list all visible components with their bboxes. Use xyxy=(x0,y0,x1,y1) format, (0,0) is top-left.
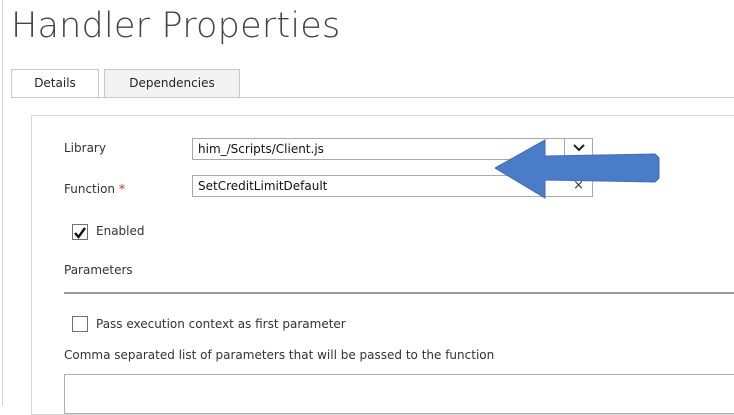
params-list-label: Comma separated list of parameters that … xyxy=(64,348,495,362)
enabled-checkbox[interactable] xyxy=(72,224,88,240)
enabled-label: Enabled xyxy=(96,224,145,238)
params-list-textarea[interactable] xyxy=(64,374,734,414)
function-value: SetCreditLimitDefault xyxy=(198,179,328,193)
tab-dependencies[interactable]: Dependencies xyxy=(104,69,240,98)
tab-details[interactable]: Details xyxy=(11,69,99,98)
parameters-divider xyxy=(64,292,734,294)
pass-context-checkbox[interactable] xyxy=(72,316,88,332)
function-label: Function * xyxy=(64,182,125,196)
library-value: him_/Scripts/Client.js xyxy=(198,142,324,156)
checkmark-icon xyxy=(74,227,86,239)
pass-context-label: Pass execution context as first paramete… xyxy=(96,317,346,331)
parameters-heading: Parameters xyxy=(64,263,133,277)
library-label: Library xyxy=(64,141,106,155)
function-label-text: Function xyxy=(64,182,116,196)
page-title: Handler Properties xyxy=(11,6,341,46)
left-arrow-icon xyxy=(494,132,670,211)
required-marker: * xyxy=(119,182,126,196)
tabs-divider xyxy=(11,97,734,98)
